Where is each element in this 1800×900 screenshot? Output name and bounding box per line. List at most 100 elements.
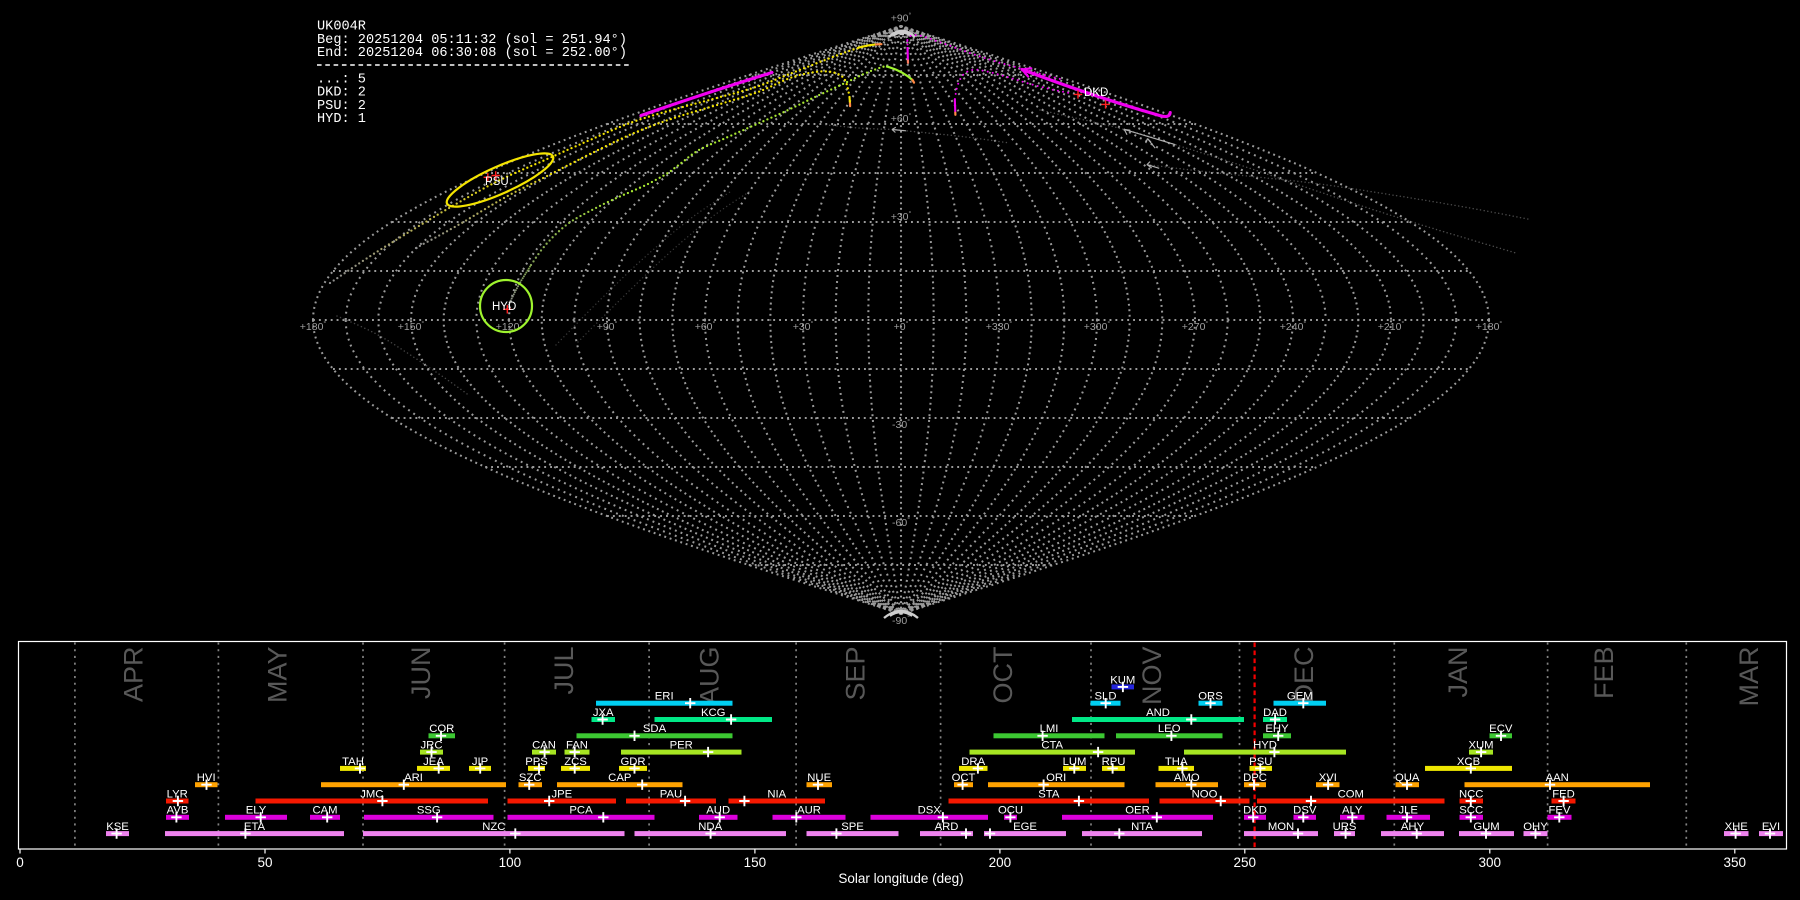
svg-text:ERI: ERI xyxy=(655,691,674,703)
svg-text:NOO: NOO xyxy=(1192,788,1218,800)
svg-text:AUR: AUR xyxy=(797,805,821,817)
svg-text:APR: APR xyxy=(119,647,149,703)
svg-text:100: 100 xyxy=(499,855,522,870)
svg-text:KSE: KSE xyxy=(106,821,129,833)
svg-text:AHY: AHY xyxy=(1401,821,1425,833)
svg-text:XCB: XCB xyxy=(1457,756,1480,768)
svg-text:NZC: NZC xyxy=(482,821,505,833)
svg-text:JUL: JUL xyxy=(549,647,579,695)
svg-text:STA: STA xyxy=(1038,788,1060,800)
svg-text:NIA: NIA xyxy=(767,788,786,800)
svg-text:FED: FED xyxy=(1552,788,1575,800)
svg-text:CTA: CTA xyxy=(1041,740,1063,752)
svg-text:XHE: XHE xyxy=(1725,821,1749,833)
svg-text:SEP: SEP xyxy=(840,647,870,701)
svg-text:DKD: DKD xyxy=(1243,805,1267,817)
svg-text:50: 50 xyxy=(257,855,272,870)
svg-text:ARI: ARI xyxy=(404,772,423,784)
svg-text:SCC: SCC xyxy=(1459,805,1483,817)
svg-text:+180°: +180° xyxy=(300,320,327,333)
svg-text:EGE: EGE xyxy=(1013,821,1037,833)
svg-text:End: 20251204 06:30:08 (sol =: End: 20251204 06:30:08 (sol = 252.00°) xyxy=(317,46,627,61)
svg-text:LYR: LYR xyxy=(167,788,188,800)
svg-text:SPE: SPE xyxy=(841,821,864,833)
svg-text:AAN: AAN xyxy=(1546,772,1569,784)
svg-text:0: 0 xyxy=(16,855,24,870)
svg-text:+240°: +240° xyxy=(1280,320,1307,333)
svg-text:150: 150 xyxy=(744,855,767,870)
svg-text:DAD: DAD xyxy=(1263,707,1287,719)
svg-text:ARD: ARD xyxy=(935,821,959,833)
svg-text:OCT: OCT xyxy=(952,772,976,784)
svg-text:MON: MON xyxy=(1268,821,1294,833)
svg-text:ORI: ORI xyxy=(1046,772,1066,784)
svg-text:+90°: +90° xyxy=(891,12,912,25)
svg-text:KCG: KCG xyxy=(701,707,725,719)
svg-text:ZCS: ZCS xyxy=(564,756,587,768)
svg-text:JXA: JXA xyxy=(593,707,614,719)
svg-text:200: 200 xyxy=(989,855,1012,870)
svg-text:NOV: NOV xyxy=(1137,647,1167,706)
svg-text:ALY: ALY xyxy=(1342,805,1363,817)
svg-text:OER: OER xyxy=(1125,805,1149,817)
svg-text:ECV: ECV xyxy=(1489,723,1513,735)
svg-text:GUM: GUM xyxy=(1473,821,1499,833)
svg-text:GEM: GEM xyxy=(1287,691,1313,703)
svg-text:THA: THA xyxy=(1165,756,1188,768)
svg-text:TAH: TAH xyxy=(342,756,364,768)
svg-text:+270°: +270° xyxy=(1182,320,1209,333)
svg-text:ETA: ETA xyxy=(244,821,266,833)
svg-text:LUM: LUM xyxy=(1063,756,1087,768)
svg-text:DPC: DPC xyxy=(1243,772,1267,784)
svg-text:LMI: LMI xyxy=(1040,723,1059,735)
svg-text:NDA: NDA xyxy=(698,821,722,833)
svg-text:+60°: +60° xyxy=(891,112,912,125)
svg-text:EHY: EHY xyxy=(1265,723,1289,735)
svg-text:KUM: KUM xyxy=(1110,674,1135,686)
svg-text:350: 350 xyxy=(1724,855,1747,870)
svg-text:+300°: +300° xyxy=(1084,320,1111,333)
svg-text:AUG: AUG xyxy=(695,647,725,706)
svg-text:JRC: JRC xyxy=(421,740,443,752)
svg-text:LEO: LEO xyxy=(1158,723,1181,735)
svg-text:CAM: CAM xyxy=(312,805,337,817)
svg-text:XVI: XVI xyxy=(1319,772,1337,784)
svg-text:+30°: +30° xyxy=(793,320,814,333)
svg-text:SLD: SLD xyxy=(1095,691,1117,703)
svg-text:250: 250 xyxy=(1234,855,1257,870)
svg-text:+30°: +30° xyxy=(891,210,912,223)
svg-text:+180°: +180° xyxy=(1476,320,1503,333)
svg-text:MAY: MAY xyxy=(263,647,293,704)
svg-text:JMC: JMC xyxy=(360,788,383,800)
svg-text:+60°: +60° xyxy=(695,320,716,333)
svg-text:SSG: SSG xyxy=(417,805,441,817)
svg-text:EVI: EVI xyxy=(1762,821,1780,833)
svg-text:ELY: ELY xyxy=(246,805,267,817)
svg-text:XUM: XUM xyxy=(1468,740,1493,752)
svg-text:300: 300 xyxy=(1479,855,1502,870)
svg-text:+90°: +90° xyxy=(597,320,618,333)
svg-text:DSX: DSX xyxy=(918,805,942,817)
svg-text:JLE: JLE xyxy=(1398,805,1418,817)
svg-text:JPE: JPE xyxy=(551,788,572,800)
svg-text:+150°: +150° xyxy=(398,320,425,333)
svg-text:+330°: +330° xyxy=(986,320,1013,333)
svg-text:HYD: HYD xyxy=(1253,740,1277,752)
svg-text:SDA: SDA xyxy=(643,723,667,735)
svg-text:JEA: JEA xyxy=(423,756,444,768)
svg-text:AMO: AMO xyxy=(1174,772,1200,784)
svg-text:MAR: MAR xyxy=(1734,647,1764,707)
svg-text:FEV: FEV xyxy=(1549,805,1571,817)
svg-text:PSU: PSU xyxy=(485,176,509,188)
svg-text:COR: COR xyxy=(429,723,454,735)
svg-text:Solar longitude (deg): Solar longitude (deg) xyxy=(838,871,963,886)
svg-text:OCU: OCU xyxy=(998,805,1023,817)
svg-text:URS: URS xyxy=(1333,821,1357,833)
svg-text:PCA: PCA xyxy=(569,805,593,817)
svg-text:HYD: HYD xyxy=(492,301,516,313)
svg-text:CAN: CAN xyxy=(532,740,556,752)
svg-text:PSU: PSU xyxy=(1249,756,1272,768)
svg-text:SZC: SZC xyxy=(519,772,542,784)
svg-text:AUD: AUD xyxy=(706,805,730,817)
svg-text:AVB: AVB xyxy=(167,805,189,817)
